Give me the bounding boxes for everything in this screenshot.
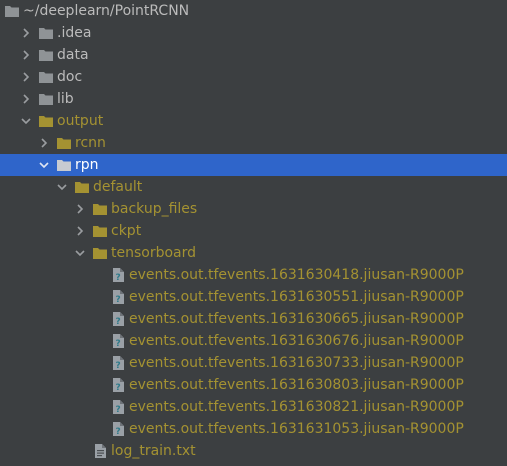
tree-node-rcnn[interactable]: rcnn [0, 132, 507, 154]
tree-node-root[interactable]: ~/deeplearn/PointRCNN [0, 0, 507, 22]
svg-text:?: ? [116, 427, 121, 437]
chevron-right-icon[interactable] [20, 44, 32, 66]
tree-node-event-file[interactable]: ? events.out.tfevents.1631630665.jiusan-… [0, 308, 507, 330]
tree-node-ckpt[interactable]: ckpt [0, 220, 507, 242]
folder-icon [4, 4, 20, 18]
svg-text:?: ? [116, 339, 121, 349]
tree-node-tensorboard[interactable]: tensorboard [0, 242, 507, 264]
tree-node-label: events.out.tfevents.1631631053.jiusan-R9… [129, 421, 464, 437]
tree-node-label: events.out.tfevents.1631630821.jiusan-R9… [129, 399, 464, 415]
tree-node-label: output [57, 113, 104, 129]
tree-node-log-train[interactable]: log_train.txt [0, 440, 507, 462]
tree-node-label: events.out.tfevents.1631630803.jiusan-R9… [129, 377, 464, 393]
tree-node-label: rpn [75, 157, 99, 173]
unknown-file-icon: ? [111, 289, 127, 305]
unknown-file-icon: ? [111, 377, 127, 393]
tree-node-label: events.out.tfevents.1631630418.jiusan-R9… [129, 267, 464, 283]
chevron-right-icon[interactable] [20, 66, 32, 88]
tree-node-output[interactable]: output [0, 110, 507, 132]
svg-text:?: ? [116, 317, 121, 327]
svg-text:?: ? [116, 405, 121, 415]
tree-node-event-file[interactable]: ? events.out.tfevents.1631630803.jiusan-… [0, 374, 507, 396]
tree-node-label: lib [57, 91, 74, 107]
chevron-right-icon[interactable] [38, 132, 50, 154]
tree-node-label: rcnn [75, 135, 106, 151]
tree-node-label: ~/deeplearn/PointRCNN [23, 3, 190, 19]
tree-node-label: backup_files [111, 201, 198, 217]
tree-node-event-file[interactable]: ? events.out.tfevents.1631630418.jiusan-… [0, 264, 507, 286]
chevron-right-icon[interactable] [74, 220, 86, 242]
tree-node-default[interactable]: default [0, 176, 507, 198]
tree-node-backup-files[interactable]: backup_files [0, 198, 507, 220]
folder-icon [38, 48, 54, 62]
svg-text:?: ? [116, 273, 121, 283]
unknown-file-icon: ? [111, 311, 127, 327]
tree-node-label: default [93, 179, 143, 195]
folder-icon [92, 224, 108, 238]
tree-node-label: tensorboard [111, 245, 197, 261]
tree-node-label: events.out.tfevents.1631630551.jiusan-R9… [129, 289, 464, 305]
tree-node-data[interactable]: data [0, 44, 507, 66]
chevron-down-icon[interactable] [20, 110, 32, 132]
tree-node-label: events.out.tfevents.1631630676.jiusan-R9… [129, 333, 464, 349]
unknown-file-icon: ? [111, 267, 127, 283]
folder-icon [56, 136, 72, 150]
tree-node-label: log_train.txt [111, 443, 196, 459]
tree-node-label: ckpt [111, 223, 142, 239]
folder-icon [92, 246, 108, 260]
chevron-right-icon[interactable] [20, 22, 32, 44]
tree-node-event-file[interactable]: ? events.out.tfevents.1631631053.jiusan-… [0, 418, 507, 440]
chevron-down-icon[interactable] [74, 242, 86, 264]
chevron-right-icon[interactable] [74, 198, 86, 220]
tree-node-label: data [57, 47, 89, 63]
tree-node-label: .idea [57, 25, 92, 41]
tree-node-doc[interactable]: doc [0, 66, 507, 88]
folder-icon [38, 26, 54, 40]
tree-node-idea[interactable]: .idea [0, 22, 507, 44]
svg-text:?: ? [116, 361, 121, 371]
folder-icon [38, 114, 54, 128]
folder-icon [38, 70, 54, 84]
tree-node-event-file[interactable]: ? events.out.tfevents.1631630676.jiusan-… [0, 330, 507, 352]
folder-icon [74, 180, 90, 194]
project-tree: ~/deeplearn/PointRCNN .idea data doc lib… [0, 0, 507, 466]
tree-node-rpn[interactable]: rpn [0, 154, 507, 176]
tree-node-lib[interactable]: lib [0, 88, 507, 110]
svg-text:?: ? [116, 383, 121, 393]
chevron-down-icon[interactable] [38, 154, 50, 176]
tree-node-label: events.out.tfevents.1631630665.jiusan-R9… [129, 311, 464, 327]
unknown-file-icon: ? [111, 355, 127, 371]
text-file-icon [93, 443, 109, 458]
chevron-down-icon[interactable] [56, 176, 68, 198]
svg-text:?: ? [116, 295, 121, 305]
folder-icon [38, 92, 54, 106]
folder-icon [92, 202, 108, 216]
tree-node-label: events.out.tfevents.1631630733.jiusan-R9… [129, 355, 464, 371]
unknown-file-icon: ? [111, 333, 127, 349]
folder-icon [56, 158, 72, 172]
tree-node-event-file[interactable]: ? events.out.tfevents.1631630821.jiusan-… [0, 396, 507, 418]
unknown-file-icon: ? [111, 421, 127, 437]
unknown-file-icon: ? [111, 399, 127, 415]
tree-node-event-file[interactable]: ? events.out.tfevents.1631630733.jiusan-… [0, 352, 507, 374]
tree-node-event-file[interactable]: ? events.out.tfevents.1631630551.jiusan-… [0, 286, 507, 308]
tree-node-label: doc [57, 69, 83, 85]
chevron-right-icon[interactable] [20, 88, 32, 110]
